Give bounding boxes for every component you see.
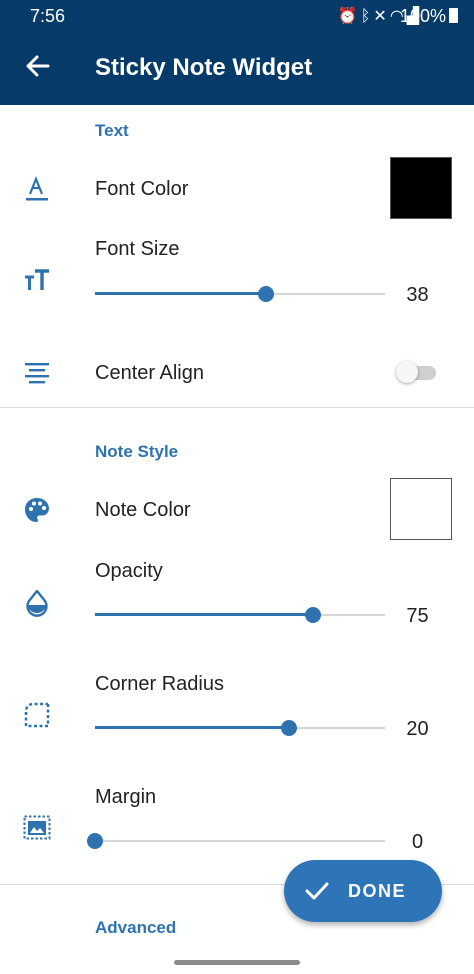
check-icon: [305, 882, 329, 900]
font-color-label: Font Color: [95, 178, 189, 200]
slider-fill: [95, 292, 267, 295]
slider-thumb[interactable]: [281, 720, 298, 736]
font-size-slider[interactable]: [95, 284, 385, 304]
section-title-note-style: Note Style: [95, 442, 179, 461]
app-bar: Sticky Note Widget: [0, 32, 474, 105]
toggle-knob: [396, 361, 418, 383]
margin-icon: [22, 813, 52, 843]
section-title-advanced: Advanced: [95, 918, 177, 937]
corner-radius-icon: [22, 700, 52, 730]
slider-track: [95, 840, 385, 842]
bluetooth-icon: ᛒ: [360, 8, 374, 25]
done-button[interactable]: DONE: [284, 860, 442, 922]
center-align-label: Center Align: [95, 362, 204, 384]
opacity-value: 75: [406, 605, 429, 627]
page-title: Sticky Note Widget: [95, 54, 313, 81]
note-color-swatch[interactable]: [390, 478, 452, 540]
slider-fill: [95, 726, 290, 729]
note-color-label: Note Color: [95, 499, 191, 521]
text-size-icon: [22, 266, 52, 296]
opacity-slider[interactable]: [95, 605, 385, 625]
slider-thumb[interactable]: [87, 833, 103, 849]
battery-icon: [449, 8, 458, 23]
font-size-value: 38: [406, 284, 429, 306]
center-align-toggle[interactable]: [396, 360, 438, 384]
font-color-icon: [22, 174, 52, 204]
slider-thumb[interactable]: [304, 607, 321, 623]
gesture-navigation-bar[interactable]: [174, 960, 300, 965]
corner-radius-label: Corner Radius: [95, 673, 224, 695]
font-color-swatch[interactable]: [390, 157, 452, 219]
margin-value: 0: [411, 831, 424, 853]
margin-slider[interactable]: [87, 831, 385, 851]
arrow-back-icon[interactable]: [22, 50, 54, 82]
alarm-icon: ⏰: [337, 8, 361, 25]
opacity-icon: [22, 588, 52, 618]
status-time: 7:56: [30, 6, 66, 26]
battery-percent: 100%: [399, 6, 446, 26]
section-divider: [0, 407, 474, 408]
center-align-icon: [22, 359, 52, 389]
palette-icon: [22, 495, 52, 525]
corner-radius-value: 20: [406, 718, 429, 740]
section-title-text: Text: [95, 121, 129, 140]
corner-radius-slider[interactable]: [95, 718, 385, 738]
opacity-label: Opacity: [95, 560, 163, 582]
status-bar: 7:56 ⏰ᛒ✕◠▟ 100%: [0, 0, 474, 32]
margin-label: Margin: [95, 786, 157, 808]
done-button-label: DONE: [348, 881, 407, 901]
slider-fill: [95, 613, 313, 616]
mute-icon: ✕: [373, 8, 390, 25]
font-size-label: Font Size: [95, 238, 180, 260]
slider-thumb[interactable]: [258, 286, 275, 302]
